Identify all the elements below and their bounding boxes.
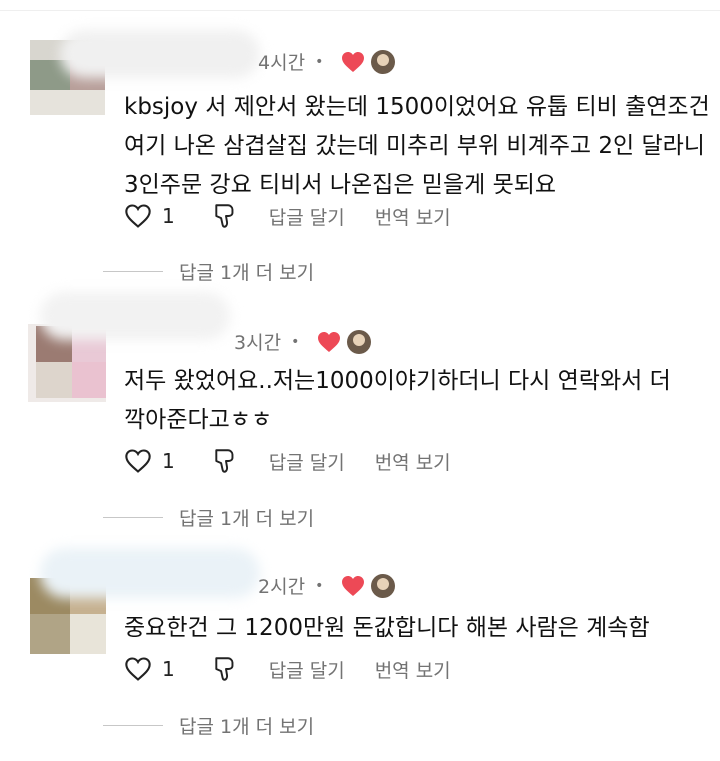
author-avatar-icon — [371, 573, 396, 598]
like-count: 1 — [162, 204, 175, 228]
reply-button[interactable]: 답글 달기 — [269, 656, 345, 683]
replies-divider-line — [103, 271, 163, 272]
translate-button[interactable]: 번역 보기 — [375, 203, 451, 230]
liked-by-author-heart-icon — [318, 331, 341, 352]
thumbs-down-icon — [215, 449, 234, 473]
separator-dot: • — [315, 53, 324, 70]
comment-meta: 2시간 • — [258, 572, 396, 599]
separator-dot: • — [315, 577, 324, 594]
comment-time: 3시간 — [234, 332, 282, 354]
view-more-replies[interactable]: 답글 1개 더 보기 — [103, 504, 314, 531]
like-button[interactable]: 1 — [124, 656, 175, 682]
comment-text: 중요한건 그 1200만원 돈값합니다 해본 사람은 계속함 — [124, 615, 650, 641]
heart-outline-icon — [125, 449, 151, 473]
thumbs-down-icon — [215, 657, 234, 681]
like-button[interactable]: 1 — [124, 203, 175, 229]
comment-meta: 3시간 • — [234, 328, 372, 355]
view-more-replies-label: 답글 1개 더 보기 — [179, 262, 315, 284]
author-avatar-icon — [347, 329, 372, 354]
comment-meta: 4시간 • — [258, 48, 396, 75]
view-more-replies-label: 답글 1개 더 보기 — [179, 508, 315, 530]
comment-text: 저두 왔었어요..저는1000이야기하더니 다시 연락와서 더 깍아준다고ㅎㅎ — [124, 368, 679, 433]
view-more-replies[interactable]: 답글 1개 더 보기 — [103, 712, 314, 739]
reply-button[interactable]: 답글 달기 — [269, 448, 345, 475]
username-redacted — [40, 292, 230, 340]
comment-time: 2시간 — [258, 576, 306, 598]
comment-actions: 1 답글 달기 번역 보기 — [124, 447, 451, 475]
reply-button[interactable]: 답글 달기 — [269, 203, 345, 230]
heart-outline-icon — [125, 657, 151, 681]
author-avatar-icon — [371, 49, 396, 74]
thumbs-down-icon — [215, 204, 234, 228]
view-more-replies-label: 답글 1개 더 보기 — [179, 716, 315, 738]
heart-outline-icon — [125, 204, 151, 228]
like-count: 1 — [162, 449, 175, 473]
comment-text: kbsjoy 서 제안서 왔는데 1500이었어요 유툽 티비 출연조건 여기 … — [124, 94, 718, 198]
comment-actions: 1 답글 달기 번역 보기 — [124, 655, 451, 683]
comment-actions: 1 답글 달기 번역 보기 — [124, 202, 451, 230]
separator-dot: • — [291, 333, 300, 350]
liked-by-author-heart-icon — [342, 51, 365, 72]
dislike-button[interactable] — [213, 447, 239, 475]
dislike-button[interactable] — [213, 202, 239, 230]
like-count: 1 — [162, 657, 175, 681]
top-divider — [0, 10, 720, 11]
view-more-replies[interactable]: 답글 1개 더 보기 — [103, 258, 314, 285]
comment-time: 4시간 — [258, 52, 306, 74]
replies-divider-line — [103, 725, 163, 726]
translate-button[interactable]: 번역 보기 — [375, 448, 451, 475]
replies-divider-line — [103, 517, 163, 518]
like-button[interactable]: 1 — [124, 448, 175, 474]
dislike-button[interactable] — [213, 655, 239, 683]
translate-button[interactable]: 번역 보기 — [375, 656, 451, 683]
username-redacted — [40, 548, 260, 598]
liked-by-author-heart-icon — [342, 575, 365, 596]
username-redacted — [60, 30, 260, 78]
